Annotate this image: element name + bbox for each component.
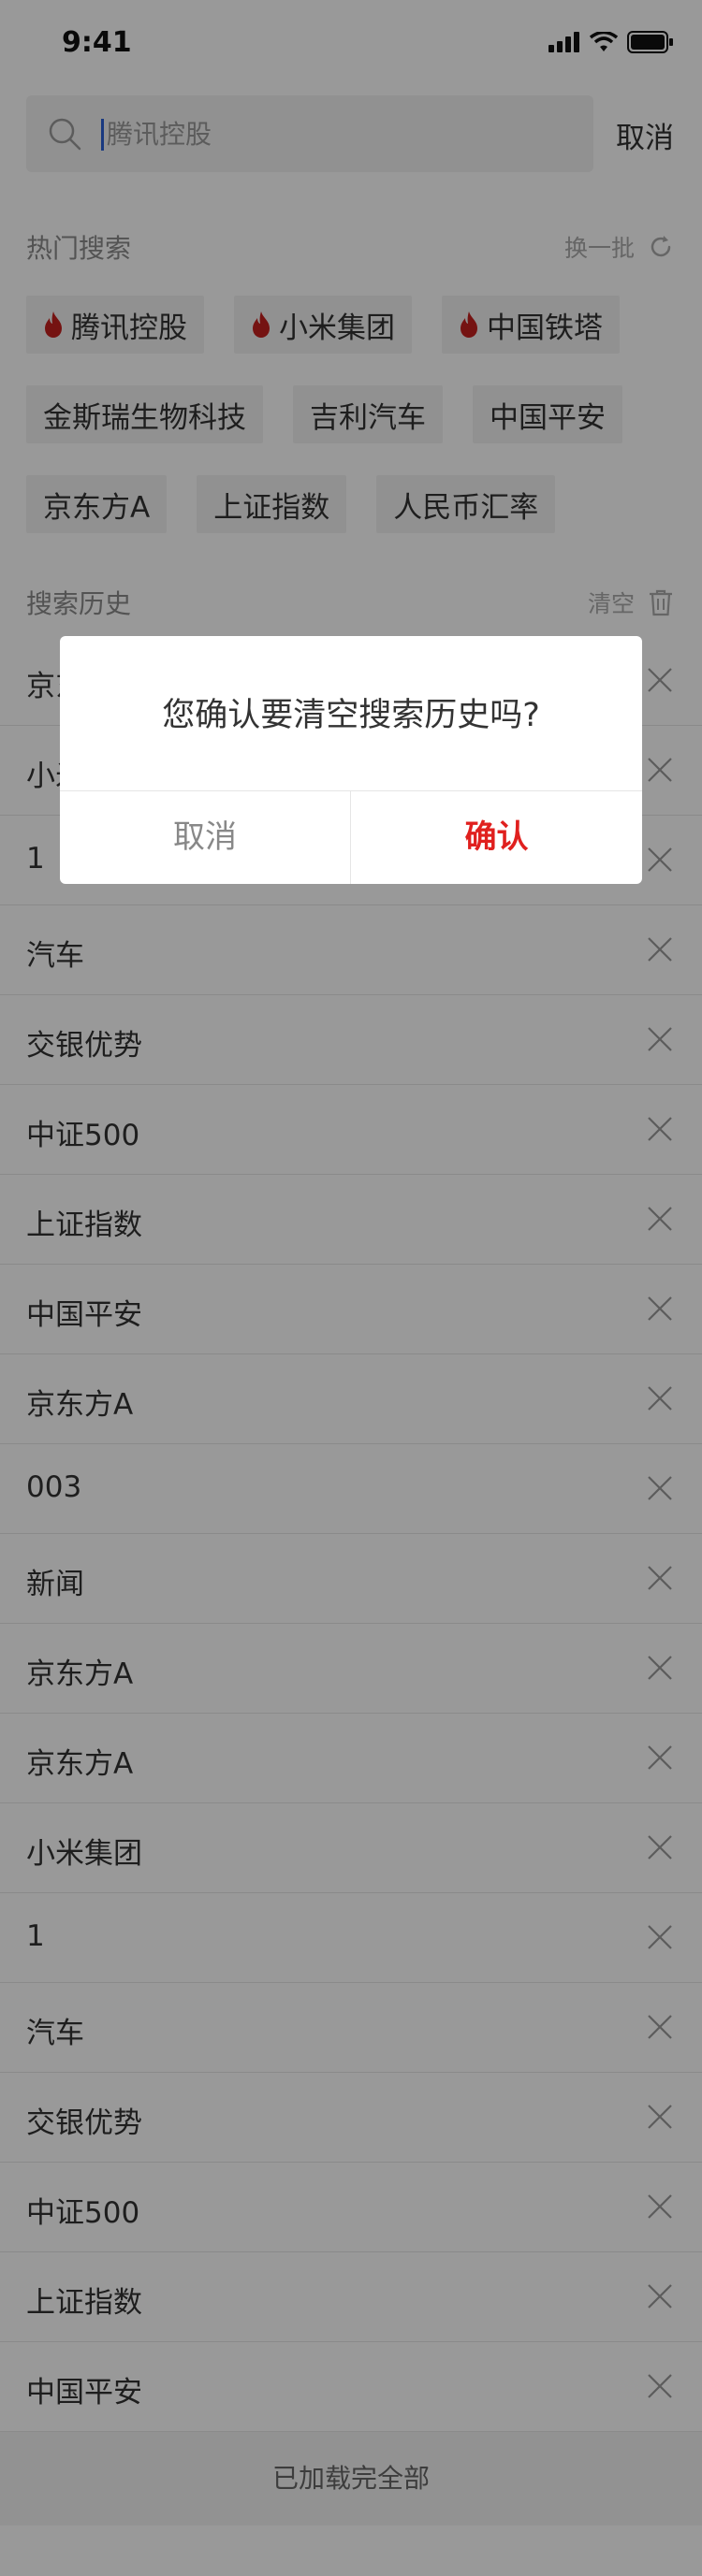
confirm-dialog: 您确认要清空搜索历史吗? 取消 确认	[60, 636, 642, 884]
dialog-cancel-button[interactable]: 取消	[60, 791, 351, 884]
dialog-confirm-button[interactable]: 确认	[351, 791, 642, 884]
dialog-message: 您确认要清空搜索历史吗?	[162, 697, 540, 734]
modal-overlay[interactable]	[0, 0, 702, 2576]
